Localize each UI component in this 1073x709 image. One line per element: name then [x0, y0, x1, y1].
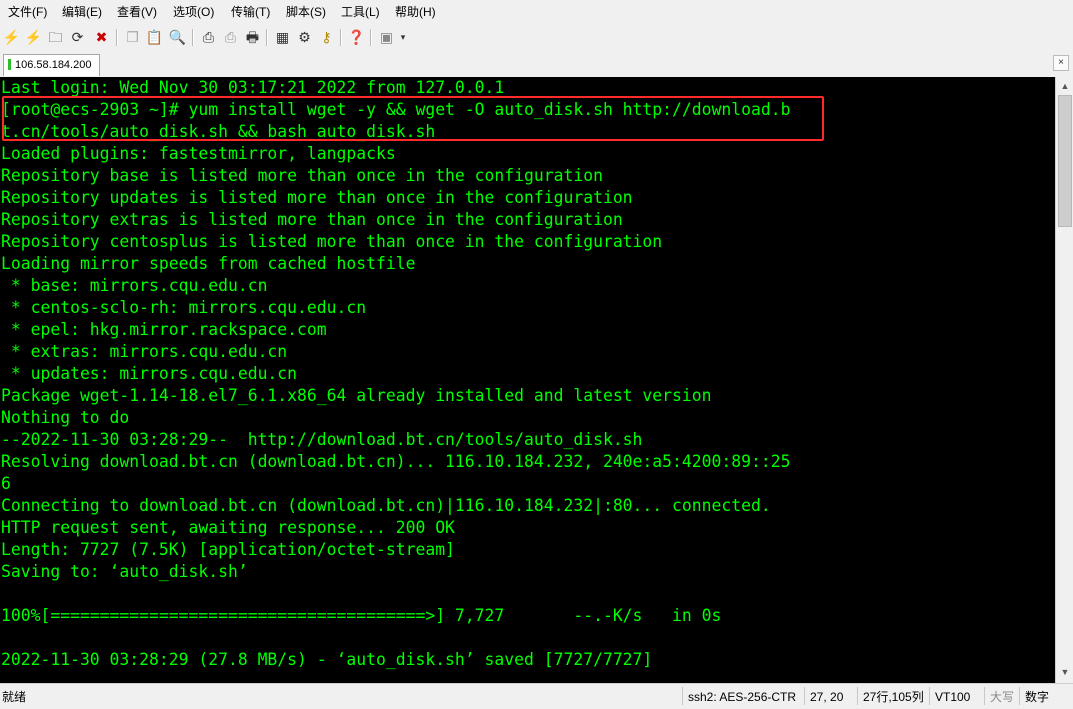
printer-icon[interactable]: 🖶	[243, 28, 262, 47]
status-cursor-position: 27, 20	[810, 690, 844, 704]
status-terminal-type: VT100	[935, 690, 971, 704]
terminal-line: --2022-11-30 03:28:29-- http://download.…	[1, 430, 643, 449]
scroll-down-icon[interactable]: ▼	[1058, 665, 1072, 679]
terminal-line: Loading mirror speeds from cached hostfi…	[1, 254, 416, 273]
terminal-line: * updates: mirrors.cqu.edu.cn	[1, 364, 298, 383]
terminal-line: Repository extras is listed more than on…	[1, 210, 623, 229]
menu-edit[interactable]: 编辑(E)	[62, 5, 102, 19]
connect-tab-icon[interactable]: 🗀	[46, 28, 65, 47]
command-highlight-box	[2, 96, 824, 141]
toolbar: ⚡ ⚡ 🗀 ⟳ ✖ ❐ 📋 🔍 ⎙ ⎙ 🖶 ▦ ⚙ ⚷ ❓ ▣ ▾	[0, 24, 1073, 53]
menu-options[interactable]: 选项(O)	[173, 5, 214, 19]
status-separator	[804, 687, 805, 705]
terminal-line: Nothing to do	[1, 408, 130, 427]
reconnect-icon[interactable]: ⟳	[68, 28, 87, 47]
toolbar-separator	[266, 29, 268, 46]
status-cipher: ssh2: AES-256-CTR	[688, 690, 797, 704]
status-terminal-size: 27行,105列	[863, 690, 924, 704]
terminal-line: Repository centosplus is listed more tha…	[1, 232, 663, 251]
session-tab[interactable]: 106.58.184.200	[3, 54, 100, 76]
terminal-line: Length: 7727 (7.5K) [application/octet-s…	[1, 540, 455, 559]
key-icon[interactable]: ⚷	[317, 28, 336, 47]
terminal-line: Connecting to download.bt.cn (download.b…	[1, 496, 771, 515]
terminal-line: * base: mirrors.cqu.edu.cn	[1, 276, 268, 295]
status-ready: 就绪	[2, 690, 27, 704]
close-tab-button[interactable]: ×	[1053, 55, 1069, 71]
menu-file[interactable]: 文件(F)	[8, 5, 47, 19]
terminal-line: Resolving download.bt.cn (download.bt.cn…	[1, 452, 791, 471]
status-num-lock: 数字	[1025, 690, 1050, 704]
terminal-line: 6	[1, 474, 11, 493]
print-icon[interactable]: ⎙	[199, 28, 218, 47]
menu-view[interactable]: 查看(V)	[117, 5, 157, 19]
dropdown-icon[interactable]: ▾	[397, 28, 409, 47]
help-icon[interactable]: ❓	[347, 28, 366, 47]
terminal-line: HTTP request sent, awaiting response... …	[1, 518, 455, 537]
session-tab-label: 106.58.184.200	[15, 59, 92, 71]
settings-icon[interactable]: ▦	[273, 28, 292, 47]
status-separator	[682, 687, 683, 705]
menu-script[interactable]: 脚本(S)	[286, 5, 326, 19]
menu-bar: 文件(F) 编辑(E) 查看(V) 选项(O) 传输(T) 脚本(S) 工具(L…	[0, 0, 1073, 24]
terminal-line: 100%[===================================…	[1, 606, 722, 625]
status-separator	[1019, 687, 1020, 705]
terminal-line: Loaded plugins: fastestmirror, langpacks	[1, 144, 396, 163]
terminal-line: 2022-11-30 03:28:29 (27.8 MB/s) - ‘auto_…	[1, 650, 653, 669]
terminal-line: Package wget-1.14-18.el7_6.1.x86_64 alre…	[1, 386, 712, 405]
screen-icon[interactable]: ▣	[377, 28, 396, 47]
connected-indicator-icon	[8, 59, 11, 70]
scroll-thumb[interactable]	[1058, 95, 1072, 227]
terminal-line: * epel: hkg.mirror.rackspace.com	[1, 320, 327, 339]
status-separator	[857, 687, 858, 705]
status-separator	[929, 687, 930, 705]
menu-transfer[interactable]: 传输(T)	[231, 5, 270, 19]
session-tab-strip: 106.58.184.200	[0, 52, 1073, 76]
connect-icon[interactable]: ⚡	[2, 28, 21, 47]
toolbar-separator	[370, 29, 372, 46]
copy-icon[interactable]: ❐	[123, 28, 142, 47]
terminal-output[interactable]: Last login: Wed Nov 30 03:17:21 2022 fro…	[0, 77, 1055, 683]
paste-icon[interactable]: 📋	[145, 28, 164, 47]
status-bar: 就绪 ssh2: AES-256-CTR 27, 20 27行,105列 VT1…	[0, 683, 1073, 709]
quick-connect-icon[interactable]: ⚡	[24, 28, 43, 47]
terminal-line: Repository base is listed more than once…	[1, 166, 603, 185]
find-icon[interactable]: 🔍	[168, 28, 187, 47]
terminal-line: * extras: mirrors.cqu.edu.cn	[1, 342, 288, 361]
toolbar-separator	[116, 29, 118, 46]
menu-help[interactable]: 帮助(H)	[395, 5, 436, 19]
options-icon[interactable]: ⚙	[295, 28, 314, 47]
status-separator	[984, 687, 985, 705]
terminal-line: Saving to: ‘auto_disk.sh’	[1, 562, 248, 581]
toolbar-separator	[340, 29, 342, 46]
disconnect-icon[interactable]: ✖	[92, 28, 111, 47]
menu-tools[interactable]: 工具(L)	[341, 5, 380, 19]
print-setup-icon[interactable]: ⎙	[221, 28, 240, 47]
toolbar-separator	[192, 29, 194, 46]
vertical-scrollbar[interactable]: ▲ ▼	[1055, 77, 1073, 683]
scroll-up-icon[interactable]: ▲	[1058, 79, 1072, 93]
status-caps-lock: 大写	[990, 690, 1015, 704]
terminal-line: Repository updates is listed more than o…	[1, 188, 633, 207]
terminal-line: * centos-sclo-rh: mirrors.cqu.edu.cn	[1, 298, 367, 317]
